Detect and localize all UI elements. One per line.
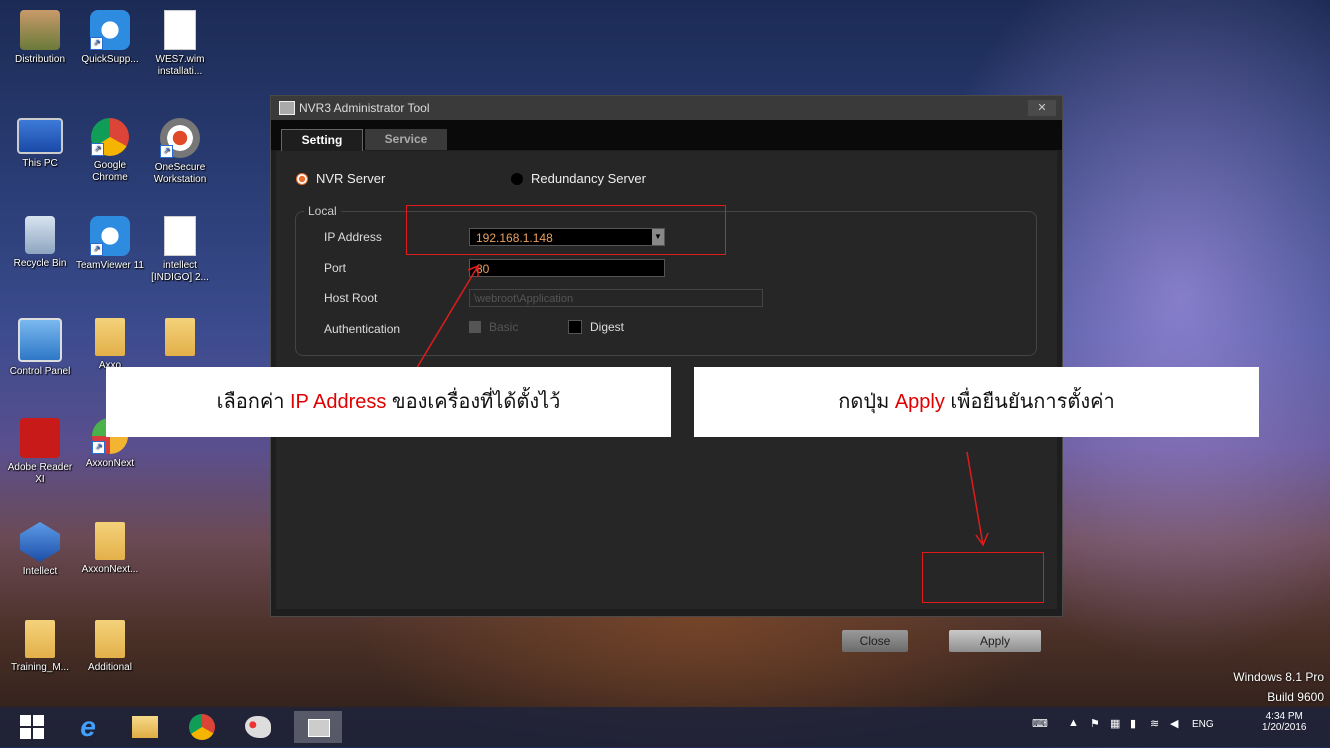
clock-time: 4:34 PM [1265, 711, 1303, 722]
flag-icon[interactable]: ⚑ [1090, 717, 1100, 730]
chrome-icon[interactable] [182, 711, 222, 743]
keyboard-icon[interactable]: ⌨ [1032, 717, 1048, 730]
ie-icon[interactable]: e [68, 711, 108, 743]
callout-select-ip: เลือกค่า IP Address ของเครื่องที่ได้ตั้ง… [106, 367, 671, 437]
windows-build: Build 9600 [1267, 690, 1324, 704]
file-explorer-icon[interactable] [125, 711, 165, 743]
network-icon[interactable]: ▦ [1110, 717, 1120, 730]
chevron-up-icon[interactable]: ▲ [1068, 717, 1079, 729]
battery-icon[interactable]: ▮ [1130, 717, 1136, 730]
language-indicator[interactable]: ENG [1192, 719, 1214, 730]
windows-version: Windows 8.1 Pro [1233, 670, 1324, 684]
wifi-icon[interactable]: ≋ [1150, 717, 1159, 730]
volume-icon[interactable]: ◀ [1170, 717, 1178, 730]
windows-start-icon[interactable] [12, 711, 52, 743]
taskbar: e ⌨ ▲ ⚑ ▦ ▮ ≋ ◀ ENG 4:34 PM 1/20/2016 [0, 707, 1330, 747]
clock[interactable]: 4:34 PM 1/20/2016 [1262, 711, 1307, 733]
clock-date: 1/20/2016 [1262, 722, 1307, 733]
nvr-tool-icon[interactable] [294, 711, 342, 743]
paint-icon[interactable] [238, 711, 278, 743]
callout-press-apply: กดปุ่ม Apply เพื่อยืนยันการตั้งค่า [694, 367, 1259, 437]
